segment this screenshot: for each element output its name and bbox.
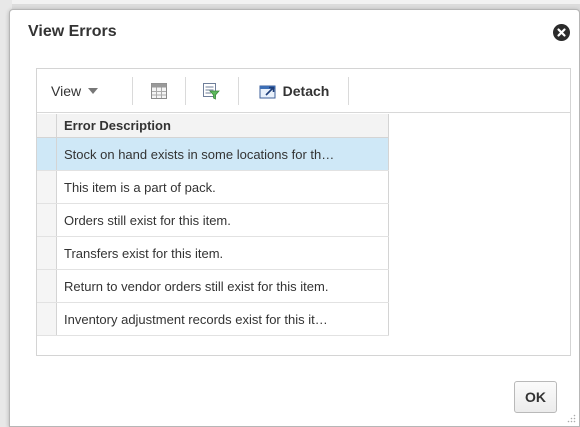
row-selector-header [37,114,57,137]
view-menu-label: View [51,83,82,99]
chevron-down-icon [88,88,99,94]
row-selector[interactable] [37,138,57,170]
table-row[interactable]: Return to vendor orders still exist for … [37,270,389,303]
table-header-row: Error Description [37,114,389,138]
detach-icon [259,85,276,99]
detach-label: Detach [282,83,330,99]
row-selector[interactable] [37,270,57,302]
error-description-cell[interactable]: Transfers exist for this item. [57,237,389,269]
query-by-example-icon [203,83,220,100]
error-description-cell[interactable]: Orders still exist for this item. [57,204,389,236]
resize-grip-icon[interactable] [566,413,576,423]
background-top-edge [0,0,580,4]
view-menu-button[interactable]: View [51,69,121,113]
errors-table-panel: View Detach Error Description Stock on h… [36,68,571,356]
table-toolbar: View Detach [37,69,570,113]
error-description-cell[interactable]: This item is a part of pack. [57,171,389,203]
row-selector[interactable] [37,303,57,335]
table-row[interactable]: This item is a part of pack. [37,171,389,204]
row-selector[interactable] [37,204,57,236]
toolbar-separator [348,77,349,105]
query-by-example-button[interactable] [189,69,233,113]
freeze-columns-icon [151,83,167,99]
toolbar-separator [132,77,133,105]
detach-button[interactable]: Detach [244,69,344,113]
column-header-error-description[interactable]: Error Description [57,114,389,137]
row-selector[interactable] [37,171,57,203]
close-icon[interactable] [553,24,570,41]
toolbar-separator [185,77,186,105]
table-row[interactable]: Inventory adjustment records exist for t… [37,303,389,336]
ok-button[interactable]: OK [514,381,557,413]
table-row[interactable]: Orders still exist for this item. [37,204,389,237]
error-description-cell[interactable]: Return to vendor orders still exist for … [57,270,389,302]
toolbar-separator [238,77,239,105]
errors-table: Error Description Stock on hand exists i… [37,114,389,336]
row-selector[interactable] [37,237,57,269]
dialog-title: View Errors [28,23,117,40]
table-row[interactable]: Transfers exist for this item. [37,237,389,270]
table-row[interactable]: Stock on hand exists in some locations f… [37,138,389,171]
error-description-cell[interactable]: Stock on hand exists in some locations f… [57,138,389,170]
view-errors-dialog: View Errors View Detach Error Descriptio… [9,9,580,427]
error-description-cell[interactable]: Inventory adjustment records exist for t… [57,303,389,335]
freeze-columns-button[interactable] [137,69,181,113]
dialog-titlebar: View Errors [10,10,579,54]
